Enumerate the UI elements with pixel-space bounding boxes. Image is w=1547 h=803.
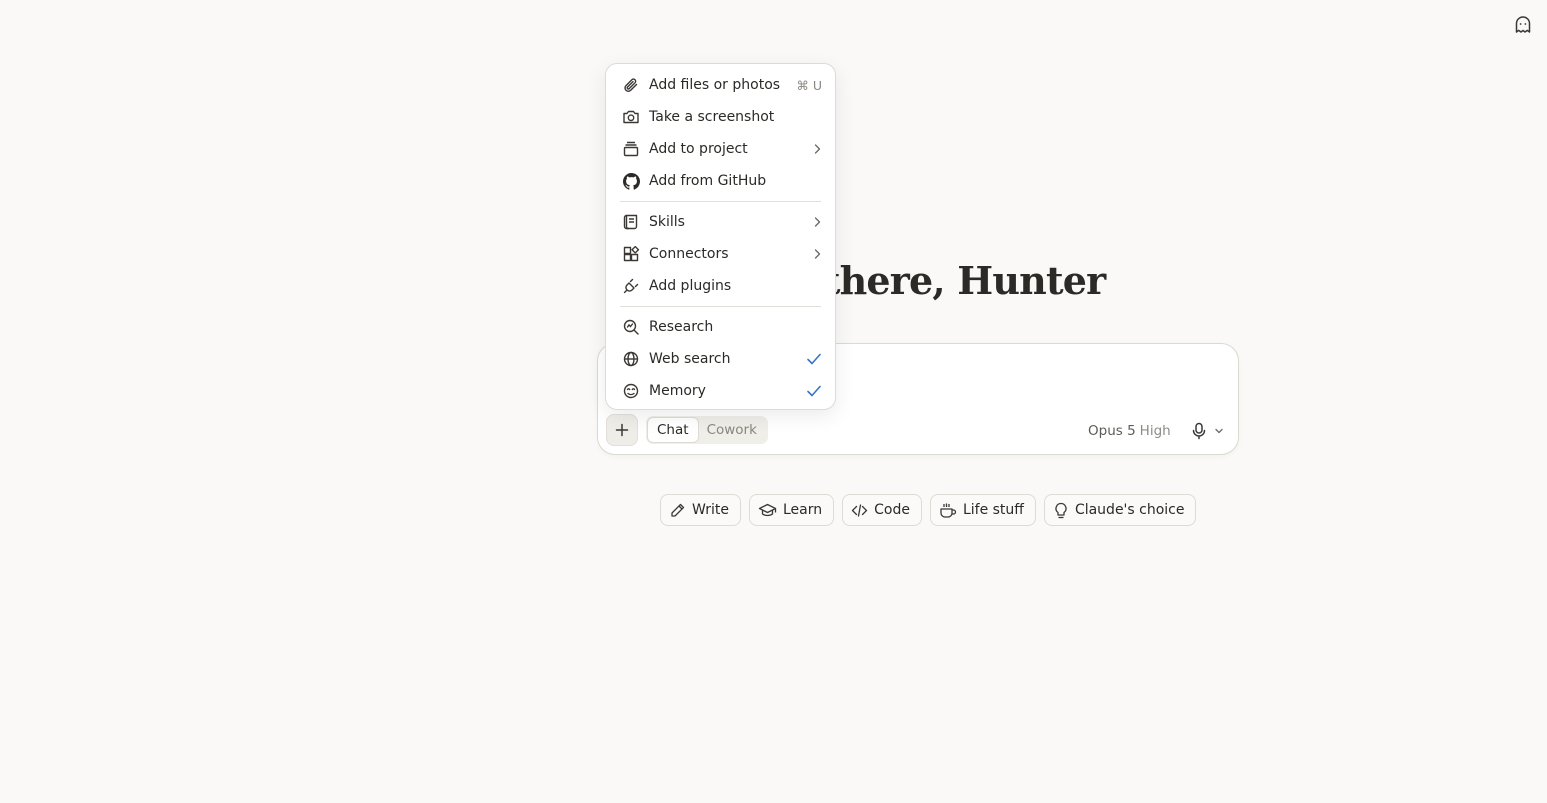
connectors-icon (622, 245, 640, 263)
chip-label: Claude's choice (1074, 502, 1185, 518)
chevron-down-icon (1215, 428, 1223, 434)
menu-item-label: Connectors (649, 246, 729, 262)
menu-item-memory[interactable]: Memory (606, 375, 835, 407)
plug-icon (622, 277, 640, 295)
chip-write[interactable]: Write (660, 494, 741, 526)
incognito-button[interactable] (1510, 12, 1536, 38)
page: Hey there, Hunter Chat Cowork Opus 5 High (0, 0, 1547, 803)
chip-label: Code (874, 502, 910, 518)
menu-item-label: Research (649, 319, 714, 335)
menu-item-label: Add plugins (649, 278, 732, 294)
menu-item-add-files[interactable]: Add files or photos ⌘ U (606, 69, 835, 101)
menu-item-label: Add files or photos (649, 77, 781, 93)
coffee-icon (940, 503, 957, 518)
github-icon (622, 172, 640, 190)
add-content-menu: Add files or photos ⌘ U Take a screensho… (605, 63, 836, 410)
menu-divider (620, 306, 821, 307)
menu-item-connectors[interactable]: Connectors (606, 238, 835, 270)
chip-claudes-choice[interactable]: Claude's choice (1043, 494, 1197, 526)
ghost-icon (1515, 16, 1531, 33)
menu-item-research[interactable]: Research (606, 311, 835, 343)
menu-item-label: Memory (649, 383, 706, 399)
project-icon (622, 140, 640, 158)
add-content-button[interactable] (606, 414, 638, 446)
menu-divider (620, 201, 821, 202)
menu-item-add-from-github[interactable]: Add from GitHub (606, 165, 835, 197)
menu-item-label: Add to project (649, 141, 748, 157)
chevron-right-icon (814, 144, 821, 154)
menu-item-label: Web search (649, 351, 731, 367)
model-selector[interactable]: Opus 5 High (1088, 423, 1171, 439)
mode-cowork[interactable]: Cowork (698, 418, 766, 442)
mode-toggle: Chat Cowork (646, 416, 768, 444)
voice-button[interactable] (1188, 420, 1210, 442)
chevron-right-icon (814, 217, 821, 227)
chip-life-stuff[interactable]: Life stuff (929, 494, 1036, 526)
chip-label: Learn (782, 502, 823, 518)
camera-icon (622, 108, 640, 126)
menu-item-take-screenshot[interactable]: Take a screenshot (606, 101, 835, 133)
model-effort: High (1139, 423, 1171, 439)
menu-item-label: Take a screenshot (649, 109, 775, 125)
memory-icon (622, 382, 640, 400)
menu-item-web-search[interactable]: Web search (606, 343, 835, 375)
model-name: Opus 5 (1088, 423, 1136, 439)
menu-item-add-to-project[interactable]: Add to project (606, 133, 835, 165)
graduation-cap-icon (758, 503, 777, 516)
menu-item-label: Add from GitHub (649, 173, 767, 189)
voice-options-button[interactable] (1212, 424, 1226, 438)
suggestion-chips: Write Learn Code Life stuff Claude's cho… (660, 494, 1197, 526)
checkmark-icon (807, 353, 821, 365)
chevron-right-icon (814, 249, 821, 259)
code-icon (851, 503, 868, 517)
menu-item-label: Skills (649, 214, 685, 230)
plus-icon (615, 423, 629, 437)
research-icon (622, 318, 640, 336)
chip-label: Write (692, 502, 729, 518)
chip-learn[interactable]: Learn (748, 494, 835, 526)
chip-label: Life stuff (962, 502, 1024, 518)
checkmark-icon (807, 385, 821, 397)
lightbulb-icon (1055, 502, 1067, 518)
pencil-icon (671, 503, 685, 517)
chip-code[interactable]: Code (842, 494, 922, 526)
mode-chat[interactable]: Chat (648, 418, 698, 442)
paperclip-icon (622, 76, 640, 94)
keyboard-shortcut: ⌘ U (796, 77, 822, 93)
globe-icon (622, 350, 640, 368)
microphone-icon (1192, 422, 1206, 440)
menu-item-skills[interactable]: Skills (606, 206, 835, 238)
skills-icon (622, 213, 640, 231)
menu-item-add-plugins[interactable]: Add plugins (606, 270, 835, 302)
